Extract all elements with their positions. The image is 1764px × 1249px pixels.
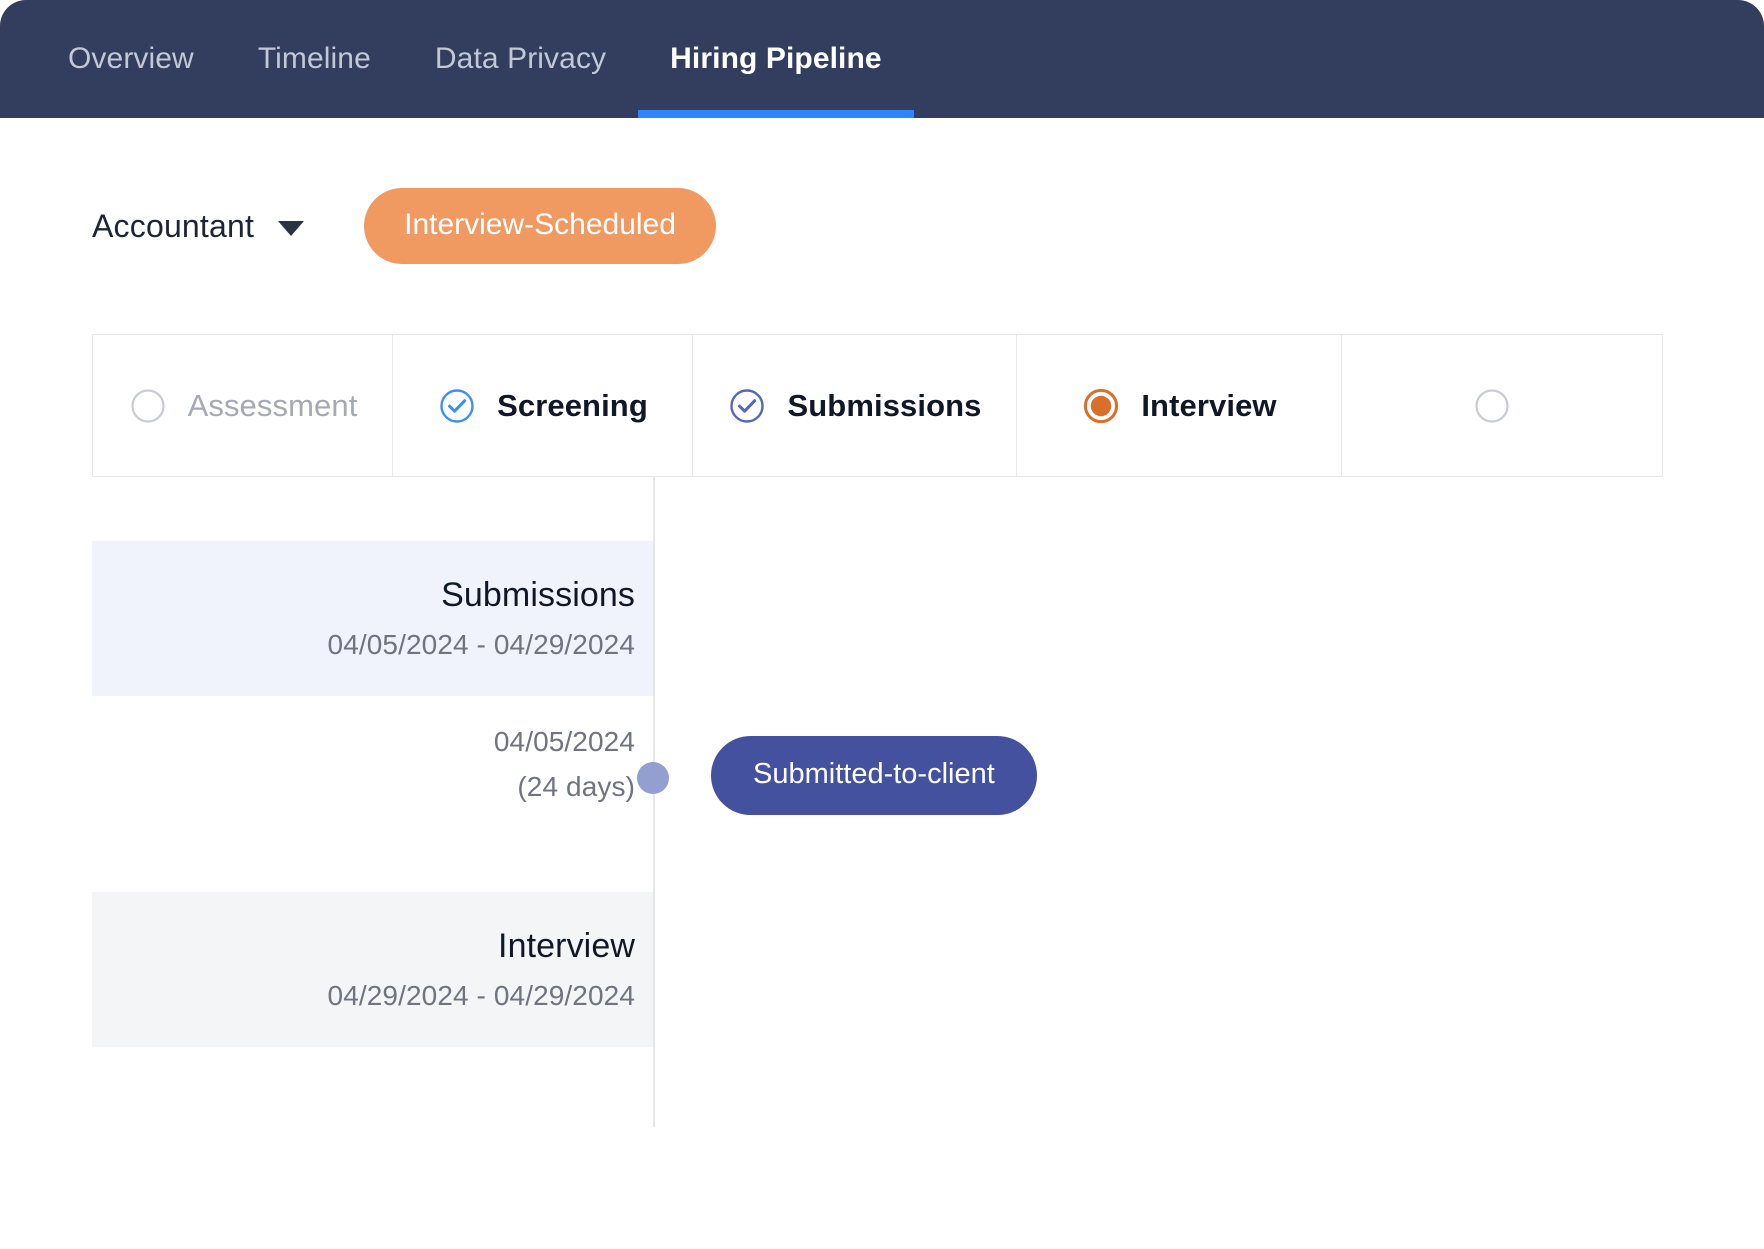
timeline-event: 04/05/2024 (24 days) Submitted-to-client	[92, 719, 1663, 859]
chevron-down-icon	[278, 221, 304, 236]
empty-circle-icon	[128, 386, 168, 426]
tab-timeline[interactable]: Timeline	[226, 0, 403, 118]
tab-timeline-label: Timeline	[258, 42, 371, 76]
timeline-event-meta: 04/05/2024 (24 days)	[92, 719, 635, 810]
stage-label-interview: Interview	[1141, 388, 1276, 424]
stage-cell-submissions[interactable]: Submissions	[693, 335, 1017, 476]
stage-cell-screening[interactable]: Screening	[393, 335, 693, 476]
timeline-band-title: Interview	[498, 927, 635, 966]
timeline-band-dates: 04/29/2024 - 04/29/2024	[328, 980, 635, 1012]
pipeline-stage-bar: Assessment Screening Submissions Intervi…	[92, 334, 1663, 477]
hiring-pipeline-screen: Overview Timeline Data Privacy Hiring Pi…	[0, 0, 1764, 1249]
timeline-event-badge[interactable]: Submitted-to-client	[711, 736, 1037, 815]
stage-cell-assessment[interactable]: Assessment	[93, 335, 393, 476]
check-circle-icon	[437, 386, 477, 426]
timeline-event-date: 04/05/2024	[92, 719, 635, 764]
top-navigation-bar: Overview Timeline Data Privacy Hiring Pi…	[0, 0, 1764, 118]
check-circle-icon	[727, 386, 767, 426]
timeline-band-submissions: Submissions 04/05/2024 - 04/29/2024	[92, 541, 653, 696]
tab-hiring-pipeline[interactable]: Hiring Pipeline	[638, 0, 914, 118]
stage-label-screening: Screening	[497, 388, 648, 424]
stage-cell-interview[interactable]: Interview	[1017, 335, 1342, 476]
tab-data-privacy[interactable]: Data Privacy	[403, 0, 638, 118]
timeline-event-dot	[637, 762, 669, 794]
pipeline-timeline: Submissions 04/05/2024 - 04/29/2024 04/0…	[92, 477, 1663, 1127]
radio-filled-icon	[1081, 386, 1121, 426]
tab-overview-label: Overview	[68, 42, 194, 76]
timeline-event-duration: (24 days)	[92, 764, 635, 809]
role-dropdown-label: Accountant	[92, 208, 254, 245]
stage-cell-empty[interactable]	[1342, 335, 1662, 476]
tab-underline-active	[638, 110, 914, 118]
role-dropdown[interactable]: Accountant	[92, 208, 304, 245]
timeline-band-interview: Interview 04/29/2024 - 04/29/2024	[92, 892, 653, 1047]
tab-overview[interactable]: Overview	[36, 0, 226, 118]
tab-list: Overview Timeline Data Privacy Hiring Pi…	[36, 0, 914, 118]
status-badge[interactable]: Interview-Scheduled	[364, 188, 716, 264]
tab-data-privacy-label: Data Privacy	[435, 42, 606, 76]
timeline-band-title: Submissions	[441, 576, 635, 615]
tab-hiring-pipeline-label: Hiring Pipeline	[670, 42, 882, 76]
stage-label-assessment: Assessment	[188, 388, 358, 424]
timeline-band-dates: 04/05/2024 - 04/29/2024	[328, 629, 635, 661]
filter-row: Accountant Interview-Scheduled	[92, 190, 716, 262]
empty-circle-icon	[1472, 386, 1512, 426]
stage-label-submissions: Submissions	[787, 388, 981, 424]
